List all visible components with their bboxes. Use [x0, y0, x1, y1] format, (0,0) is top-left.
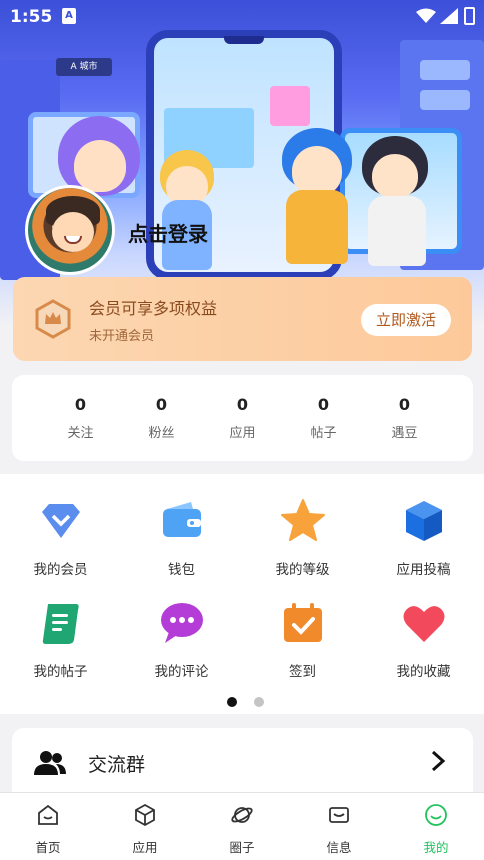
wifi-icon	[416, 8, 436, 23]
stat-posts[interactable]: 0 帖子	[283, 395, 364, 441]
membership-card[interactable]: 会员可享多项权益 未开通会员 立即激活	[13, 277, 472, 361]
grid-item-label: 我的等级	[275, 562, 330, 578]
membership-title: 会员可享多项权益	[89, 299, 218, 318]
tab-apps[interactable]: 应用	[97, 803, 193, 856]
activate-button[interactable]: 立即激活	[361, 304, 451, 336]
signal-icon	[440, 8, 458, 24]
tab-label: 圈子	[229, 840, 255, 855]
grid-item-label: 我的评论	[154, 664, 209, 680]
grid-item-label: 我的帖子	[33, 664, 88, 680]
stat-apps[interactable]: 0 应用	[202, 395, 283, 441]
tab-messages[interactable]: 信息	[291, 803, 387, 856]
grid-item-my-posts[interactable]: 我的帖子	[0, 600, 121, 680]
grid-item-label: 签到	[289, 664, 316, 680]
street-sign: A 城市	[56, 58, 112, 76]
pager-dot[interactable]	[254, 697, 265, 707]
grid-item-label: 我的会员	[33, 562, 88, 578]
chat-group-label: 交流群	[88, 754, 146, 776]
battery-icon	[464, 7, 475, 25]
tab-label: 信息	[326, 840, 352, 855]
chat-group-row[interactable]: 交流群	[12, 728, 473, 798]
stat-value: 0	[74, 395, 87, 414]
smile-icon	[425, 804, 447, 826]
grid-item-my-comments[interactable]: 我的评论	[121, 600, 242, 680]
tab-home[interactable]: 首页	[0, 803, 96, 856]
star-icon	[280, 499, 325, 541]
stats-panel: 0 关注 0 粉丝 0 应用 0 帖子 0 遇豆	[12, 375, 473, 461]
box-icon	[135, 803, 155, 827]
status-time: 1:55	[10, 7, 53, 27]
notification-app-icon: A	[62, 8, 76, 24]
group-users-icon	[34, 751, 66, 775]
diamond-icon	[41, 504, 80, 538]
stat-value: 0	[236, 395, 249, 414]
comment-icon	[160, 603, 203, 643]
grid-item-wallet[interactable]: 钱包	[121, 498, 242, 578]
chevron-right-icon	[431, 750, 446, 772]
tab-label: 应用	[132, 840, 158, 855]
grid-item-favorites[interactable]: 我的收藏	[363, 600, 484, 680]
grid-item-membership[interactable]: 我的会员	[0, 498, 121, 578]
function-grid: 我的会员 钱包 我的等级 应用投稿 我的帖子 我的评论 签到 我的收藏	[0, 474, 484, 714]
tab-label: 首页	[35, 840, 61, 855]
heart-icon	[403, 606, 444, 642]
stat-label: 应用	[229, 426, 256, 441]
tab-circle[interactable]: 圈子	[194, 803, 290, 856]
grid-item-checkin[interactable]: 签到	[242, 600, 363, 680]
stat-fans[interactable]: 0 粉丝	[121, 395, 202, 441]
tab-me[interactable]: 我的	[388, 803, 484, 856]
stat-label: 帖子	[310, 426, 337, 441]
cube-icon	[405, 501, 442, 541]
grid-item-submit-app[interactable]: 应用投稿	[363, 498, 484, 578]
calendar-check-icon	[283, 603, 322, 642]
stat-value: 0	[398, 395, 411, 414]
grid-item-label: 应用投稿	[396, 562, 451, 578]
tab-label: 我的	[423, 840, 449, 855]
bottom-tab-bar: 首页 应用 圈子 信息 我的	[0, 792, 484, 860]
home-icon	[38, 804, 58, 825]
pager-dot-active[interactable]	[227, 697, 237, 707]
scroll-icon	[42, 604, 79, 644]
grid-item-level[interactable]: 我的等级	[242, 498, 363, 578]
stat-value: 0	[317, 395, 330, 414]
crown-badge-icon	[35, 299, 71, 339]
grid-item-label: 钱包	[168, 562, 195, 578]
stat-value: 0	[155, 395, 168, 414]
stat-label: 粉丝	[148, 426, 175, 441]
avatar[interactable]	[25, 185, 115, 275]
planet-icon	[231, 807, 253, 823]
message-icon	[329, 807, 349, 823]
wallet-icon	[162, 502, 201, 537]
membership-subtitle: 未开通会员	[89, 329, 155, 344]
pager-dots	[227, 692, 276, 711]
grid-item-label: 我的收藏	[396, 664, 451, 680]
stat-label: 关注	[67, 426, 94, 441]
stat-label: 遇豆	[391, 426, 418, 441]
status-bar: 1:55 A	[0, 0, 484, 34]
login-link[interactable]: 点击登录	[128, 218, 208, 247]
stat-beans[interactable]: 0 遇豆	[364, 395, 445, 441]
stat-following[interactable]: 0 关注	[40, 395, 121, 441]
